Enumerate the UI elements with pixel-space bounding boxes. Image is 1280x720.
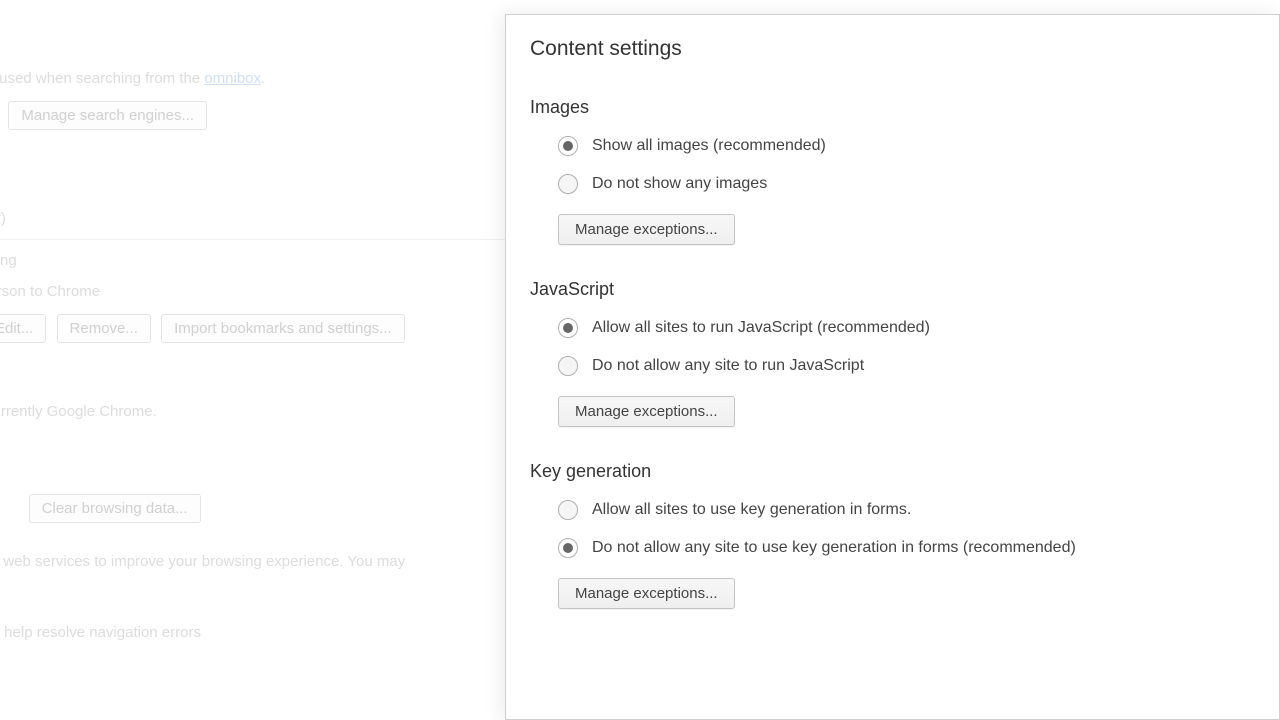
radio-label: Allow all sites to use key generation in… [592,501,911,519]
import-bookmarks-button: Import bookmarks and settings... [161,314,405,343]
radio-label: Do not allow any site to use key generat… [592,539,1076,557]
images-manage-exceptions-button[interactable]: Manage exceptions... [558,214,735,245]
edit-button: Edit... [0,314,46,343]
images-radio-show-all[interactable]: Show all images (recommended) [558,136,1253,156]
radio-icon [558,136,578,156]
remove-button: Remove... [57,314,151,343]
javascript-section: JavaScript Allow all sites to run JavaSc… [530,279,1253,427]
images-radio-do-not-show[interactable]: Do not show any images [558,174,1253,194]
radio-label: Allow all sites to run JavaScript (recom… [592,319,930,337]
radio-icon [558,174,578,194]
radio-icon [558,356,578,376]
radio-label: Show all images (recommended) [592,137,826,155]
javascript-radio-allow-all[interactable]: Allow all sites to run JavaScript (recom… [558,318,1253,338]
keygen-radio-do-not-allow[interactable]: Do not allow any site to use key generat… [558,538,1253,558]
images-section: Images Show all images (recommended) Do … [530,97,1253,245]
keygen-section: Key generation Allow all sites to use ke… [530,461,1253,609]
keygen-radio-allow-all[interactable]: Allow all sites to use key generation in… [558,500,1253,520]
javascript-radio-do-not-allow[interactable]: Do not allow any site to run JavaScript [558,356,1253,376]
clear-browsing-data-button: Clear browsing data... [29,494,201,523]
keygen-section-title: Key generation [530,461,1253,482]
javascript-manage-exceptions-button[interactable]: Manage exceptions... [558,396,735,427]
radio-icon [558,500,578,520]
radio-icon [558,318,578,338]
content-settings-modal: Content settings Images Show all images … [505,14,1280,720]
modal-title: Content settings [530,37,1253,61]
images-section-title: Images [530,97,1253,118]
radio-label: Do not show any images [592,175,767,193]
omnibox-sentence: ine is used when searching from the [0,70,204,87]
keygen-manage-exceptions-button[interactable]: Manage exceptions... [558,578,735,609]
radio-label: Do not allow any site to run JavaScript [592,357,864,375]
omnibox-link: omnibox [204,70,261,87]
radio-icon [558,538,578,558]
javascript-section-title: JavaScript [530,279,1253,300]
manage-search-engines-button: Manage search engines... [8,101,207,130]
